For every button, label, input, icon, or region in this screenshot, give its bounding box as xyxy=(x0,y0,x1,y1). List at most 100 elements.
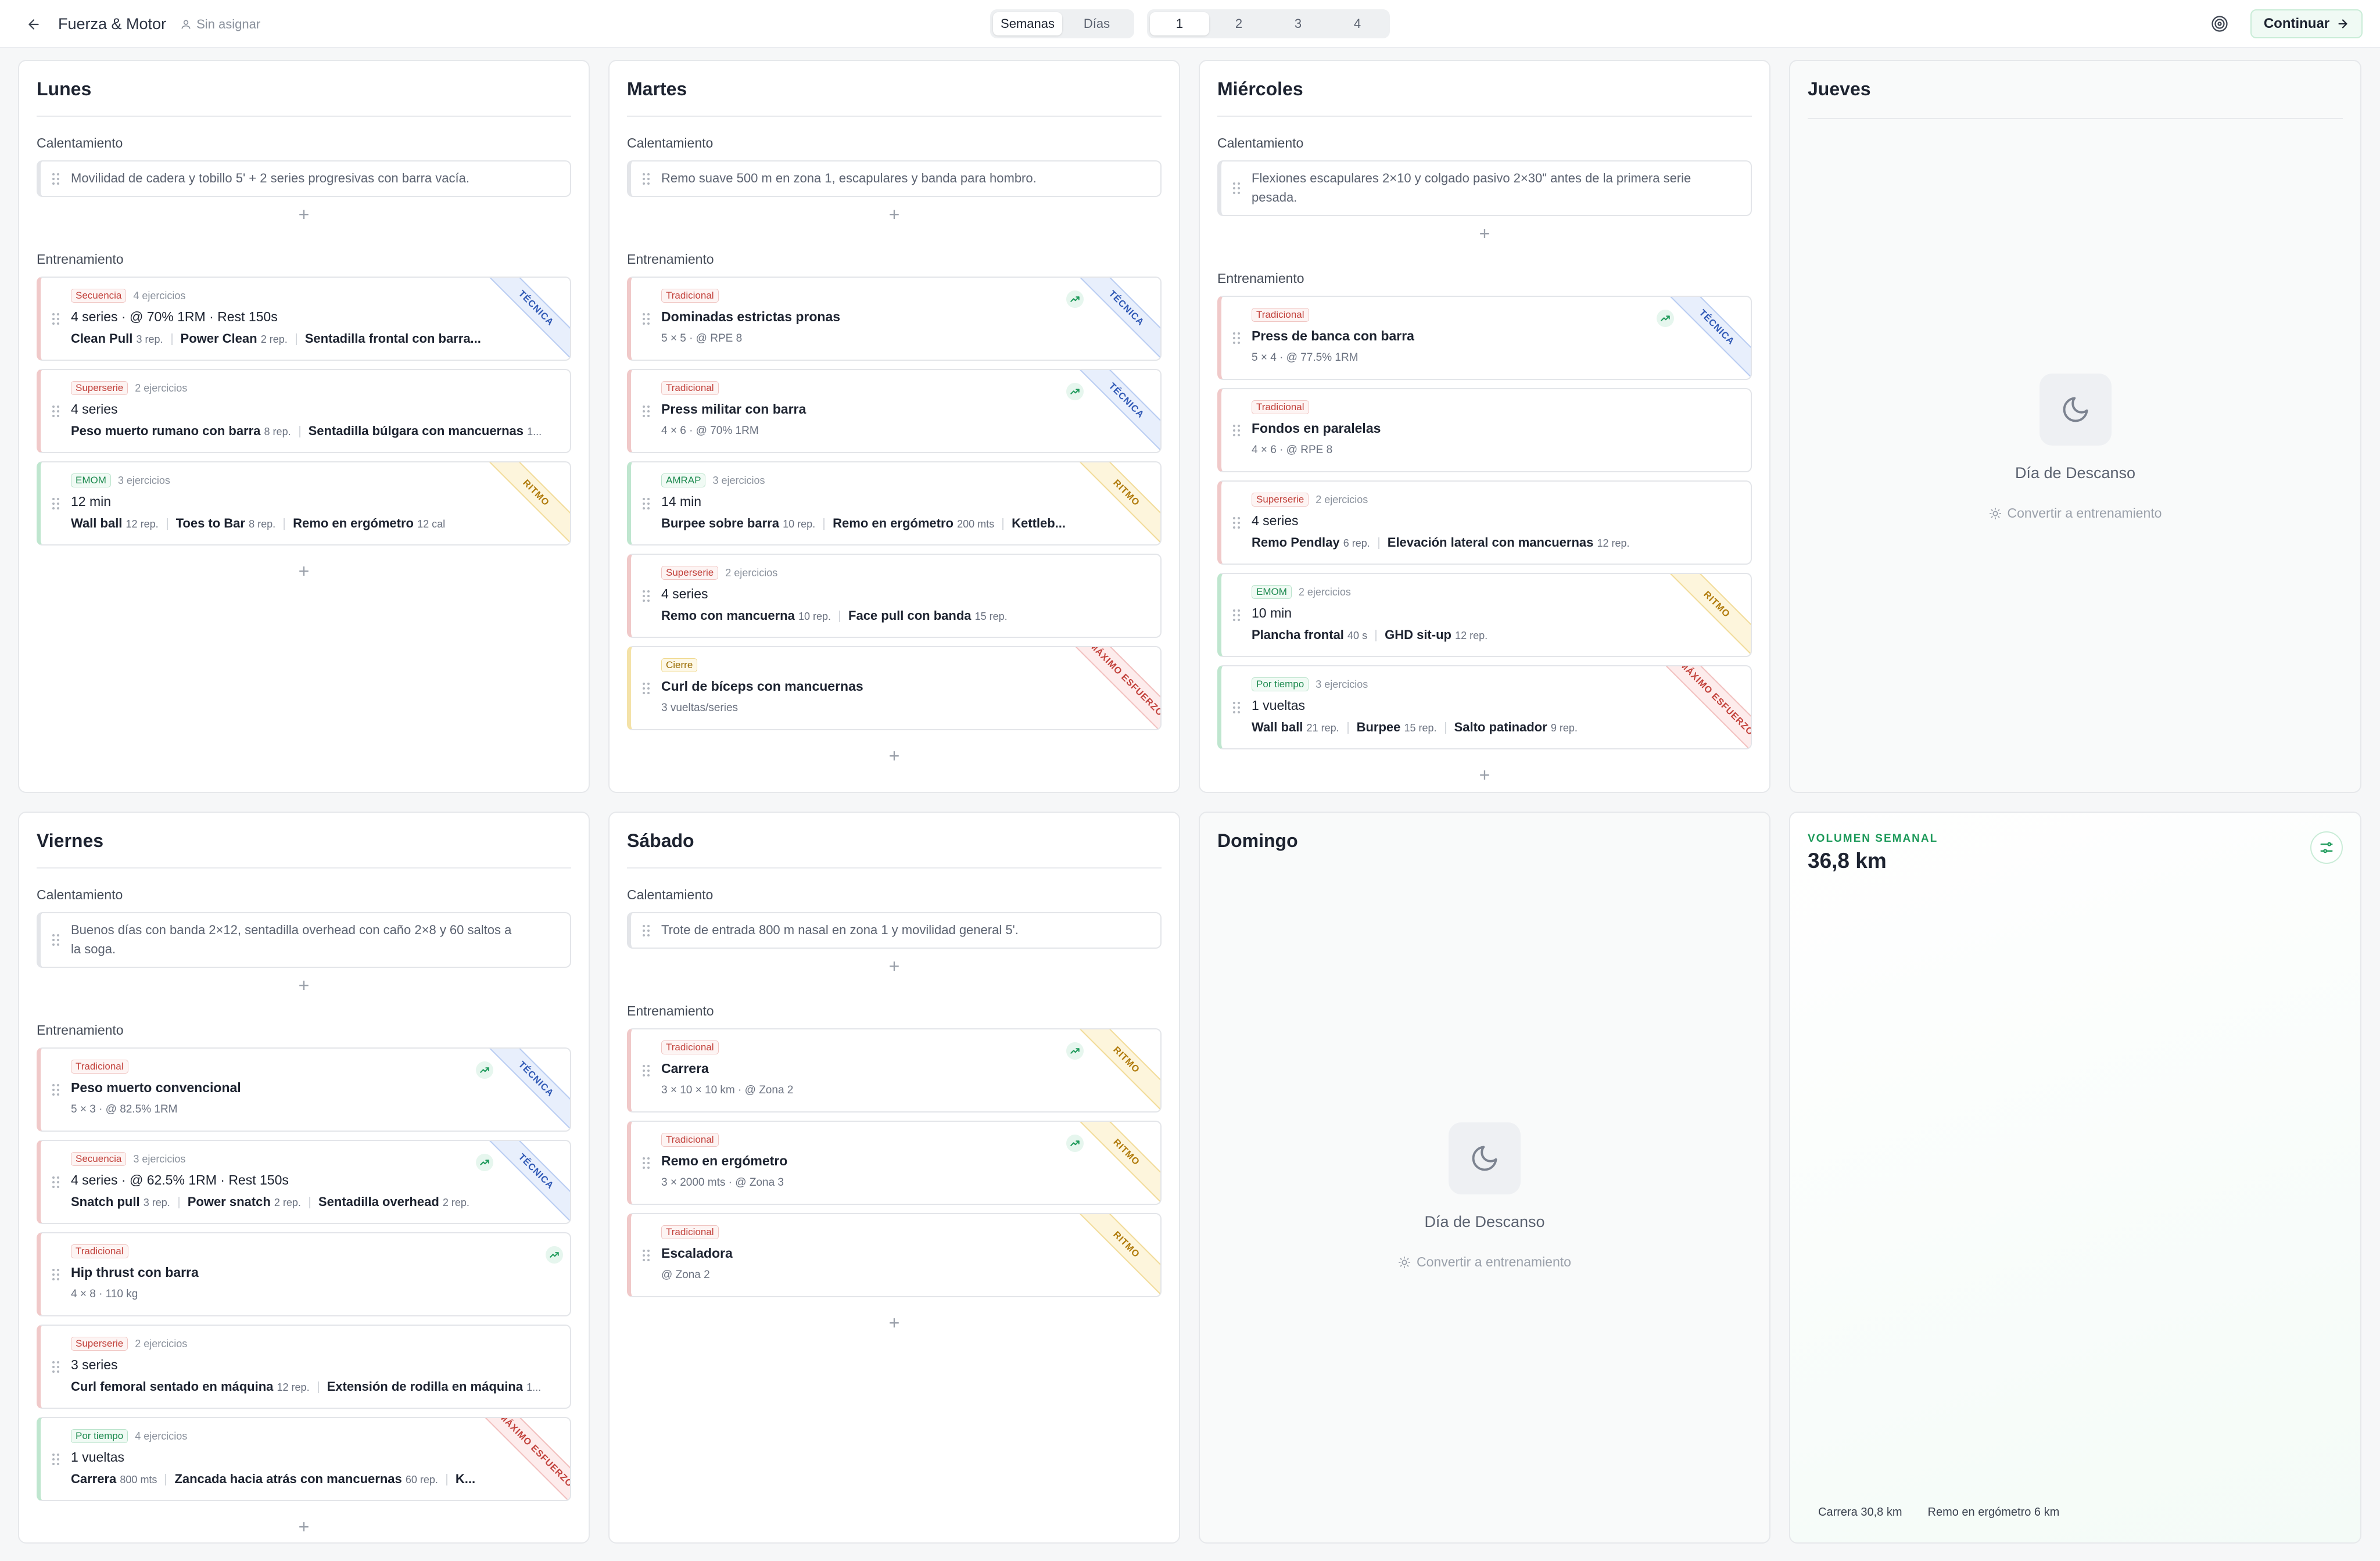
arrow-right-icon xyxy=(2338,19,2347,28)
exercise-reps: 10 rep. xyxy=(783,518,816,530)
back-arrow-icon[interactable] xyxy=(22,13,45,36)
drag-handle-icon[interactable] xyxy=(52,934,59,946)
workout-block-card[interactable]: Tradicional Dominadas estrictas pronas 5… xyxy=(627,277,1162,361)
exercise-name: Remo con mancuerna xyxy=(661,608,795,623)
exercise-name: Remo Pendlay xyxy=(1252,535,1340,550)
workout-block-card[interactable]: Tradicional Hip thrust con barra 4 × 8 ·… xyxy=(37,1232,571,1316)
week-tab-2[interactable]: 2 xyxy=(1209,12,1268,35)
progression-trend-icon xyxy=(1066,1135,1084,1152)
drag-handle-icon[interactable] xyxy=(1233,609,1240,621)
add-block-button[interactable]: + xyxy=(37,1509,571,1542)
workout-block-card[interactable]: Tradicional Carrera 3 × 10 × 10 km · @ Z… xyxy=(627,1028,1162,1113)
drag-handle-icon[interactable] xyxy=(643,1064,650,1076)
drag-handle-icon[interactable] xyxy=(52,1176,59,1188)
drag-handle-icon[interactable] xyxy=(52,313,59,325)
drag-handle-icon[interactable] xyxy=(52,173,59,185)
add-warmup-button[interactable]: + xyxy=(37,968,571,1003)
workout-block-card[interactable]: EMOM 3 ejercicios 12 min Wall ball 12 rep… xyxy=(37,461,571,546)
block-type-badge: Tradicional xyxy=(71,1244,128,1258)
target-icon[interactable] xyxy=(2208,12,2231,35)
workout-block-card[interactable]: Por tiempo 3 ejercicios 1 vueltas Wall ba… xyxy=(1217,665,1752,749)
workout-block-card[interactable]: Por tiempo 4 ejercicios 1 vueltas Carrera… xyxy=(37,1417,571,1501)
workout-block-card[interactable]: Tradicional Press de banca con barra 5 ×… xyxy=(1217,296,1752,380)
drag-handle-icon[interactable] xyxy=(643,405,650,417)
block-type-badge: EMOM xyxy=(1252,585,1292,599)
exercise-name: Wall ball xyxy=(1252,720,1303,734)
add-block-button[interactable]: + xyxy=(1217,758,1752,792)
workout-block-card[interactable]: Superserie 2 ejercicios 4 series Remo con… xyxy=(627,554,1162,638)
workout-block-card[interactable]: EMOM 2 ejercicios 10 min Plancha frontal … xyxy=(1217,573,1752,657)
workout-block-card[interactable]: Tradicional Peso muerto convencional 5 ×… xyxy=(37,1047,571,1132)
workout-block-card[interactable]: Superserie 2 ejercicios 4 series Remo Pen… xyxy=(1217,480,1752,565)
week-tab-1[interactable]: 1 xyxy=(1150,12,1209,35)
drag-handle-icon[interactable] xyxy=(52,1083,59,1096)
workout-block-card[interactable]: Superserie 2 ejercicios 3 series Curl fem… xyxy=(37,1325,571,1409)
warmup-note[interactable]: Flexiones escapulares 2×10 y colgado pas… xyxy=(1217,160,1752,216)
exercise-name: Wall ball xyxy=(71,516,123,530)
warmup-note[interactable]: Buenos días con banda 2×12, sentadilla o… xyxy=(37,912,571,968)
add-warmup-button[interactable]: + xyxy=(627,949,1162,984)
exercise-title: Remo en ergómetro xyxy=(661,1153,788,1168)
warmup-note[interactable]: Trote de entrada 800 m nasal en zona 1 y… xyxy=(627,912,1162,949)
block-type-badge: EMOM xyxy=(71,473,111,487)
drag-handle-icon[interactable] xyxy=(643,590,650,602)
add-block-button[interactable]: + xyxy=(627,1305,1162,1340)
workout-block-card[interactable]: Tradicional Remo en ergómetro 3 × 2000 m… xyxy=(627,1121,1162,1205)
exercise-title: Hip thrust con barra xyxy=(71,1265,199,1280)
view-weeks-option[interactable]: Semanas xyxy=(993,12,1062,35)
workout-block-card[interactable]: Cierre Curl de bíceps con mancuernas 3 v… xyxy=(627,646,1162,730)
add-warmup-button[interactable]: + xyxy=(37,197,571,232)
drag-handle-icon[interactable] xyxy=(643,497,650,509)
exercise-reps: 60 rep. xyxy=(405,1474,438,1485)
drag-handle-icon[interactable] xyxy=(52,1453,59,1465)
assignee-label: Sin asignar xyxy=(196,16,261,31)
exercise-prescription: 4 × 6 · @ RPE 8 xyxy=(1252,444,1333,456)
drag-handle-icon[interactable] xyxy=(1233,701,1240,713)
day-column-jueves: Jueves Día de Descanso Convertir a entre… xyxy=(1789,60,2361,793)
drag-handle-icon[interactable] xyxy=(1233,182,1240,194)
drag-handle-icon[interactable] xyxy=(1233,516,1240,529)
exercise-reps: 1... xyxy=(527,426,542,437)
workout-block-card[interactable]: Secuencia 3 ejercicios 4 series · @ 62.5%… xyxy=(37,1140,571,1224)
convert-to-training-button[interactable]: Convertir a entrenamiento xyxy=(1398,1254,1571,1270)
warmup-text: Trote de entrada 800 m nasal en zona 1 y… xyxy=(661,923,1019,937)
add-block-button[interactable]: + xyxy=(627,738,1162,773)
warmup-note[interactable]: Movilidad de cadera y tobillo 5' + 2 ser… xyxy=(37,160,571,197)
warmup-note[interactable]: Remo suave 500 m en zona 1, escapulares … xyxy=(627,160,1162,197)
workout-block-card[interactable]: Secuencia 4 ejercicios 4 series · @ 70% 1… xyxy=(37,277,571,361)
week-tab-4[interactable]: 4 xyxy=(1328,12,1387,35)
workout-block-card[interactable]: Superserie 2 ejercicios 4 series Peso mue… xyxy=(37,369,571,453)
assignee-button[interactable]: Sin asignar xyxy=(180,17,260,32)
workout-block-card[interactable]: Tradicional Escaladora @ Zona 2 RITMO xyxy=(627,1213,1162,1297)
drag-handle-icon[interactable] xyxy=(52,1268,59,1280)
drag-handle-icon[interactable] xyxy=(643,1157,650,1169)
warmup-text: Remo suave 500 m en zona 1, escapulares … xyxy=(661,171,1037,185)
drag-handle-icon[interactable] xyxy=(643,313,650,325)
exercise-reps: 12 rep. xyxy=(277,1381,310,1393)
workout-block-card[interactable]: Tradicional Press militar con barra 4 × … xyxy=(627,369,1162,453)
sliders-icon[interactable] xyxy=(2310,831,2343,864)
add-warmup-button[interactable]: + xyxy=(627,197,1162,232)
continue-button[interactable]: Continuar xyxy=(2250,9,2363,38)
add-block-button[interactable]: + xyxy=(37,554,571,588)
exercise-reps: 800 mts xyxy=(120,1474,157,1485)
exercise-prescription: 3 × 10 × 10 km · @ Zona 2 xyxy=(661,1084,794,1096)
drag-handle-icon[interactable] xyxy=(643,173,650,185)
drag-handle-icon[interactable] xyxy=(643,682,650,694)
drag-handle-icon[interactable] xyxy=(643,1249,650,1261)
drag-handle-icon[interactable] xyxy=(52,405,59,417)
add-warmup-button[interactable]: + xyxy=(1217,216,1752,251)
drag-handle-icon[interactable] xyxy=(1233,332,1240,344)
drag-handle-icon[interactable] xyxy=(52,497,59,509)
week-tab-3[interactable]: 3 xyxy=(1268,12,1328,35)
drag-handle-icon[interactable] xyxy=(643,924,650,936)
convert-to-training-button[interactable]: Convertir a entrenamiento xyxy=(1989,505,2162,521)
workout-block-card[interactable]: Tradicional Fondos en paralelas 4 × 6 · … xyxy=(1217,388,1752,472)
drag-handle-icon[interactable] xyxy=(52,1361,59,1373)
workout-block-card[interactable]: AMRAP 3 ejercicios 14 min Burpee sobre ba… xyxy=(627,461,1162,546)
drag-handle-icon[interactable] xyxy=(1233,424,1240,436)
exercise-name: Sentadilla frontal con barra... xyxy=(304,331,481,346)
view-days-option[interactable]: Días xyxy=(1062,12,1131,35)
exercise-name: Curl femoral sentado en máquina xyxy=(71,1379,274,1394)
exercise-reps: 3 rep. xyxy=(143,1197,170,1208)
